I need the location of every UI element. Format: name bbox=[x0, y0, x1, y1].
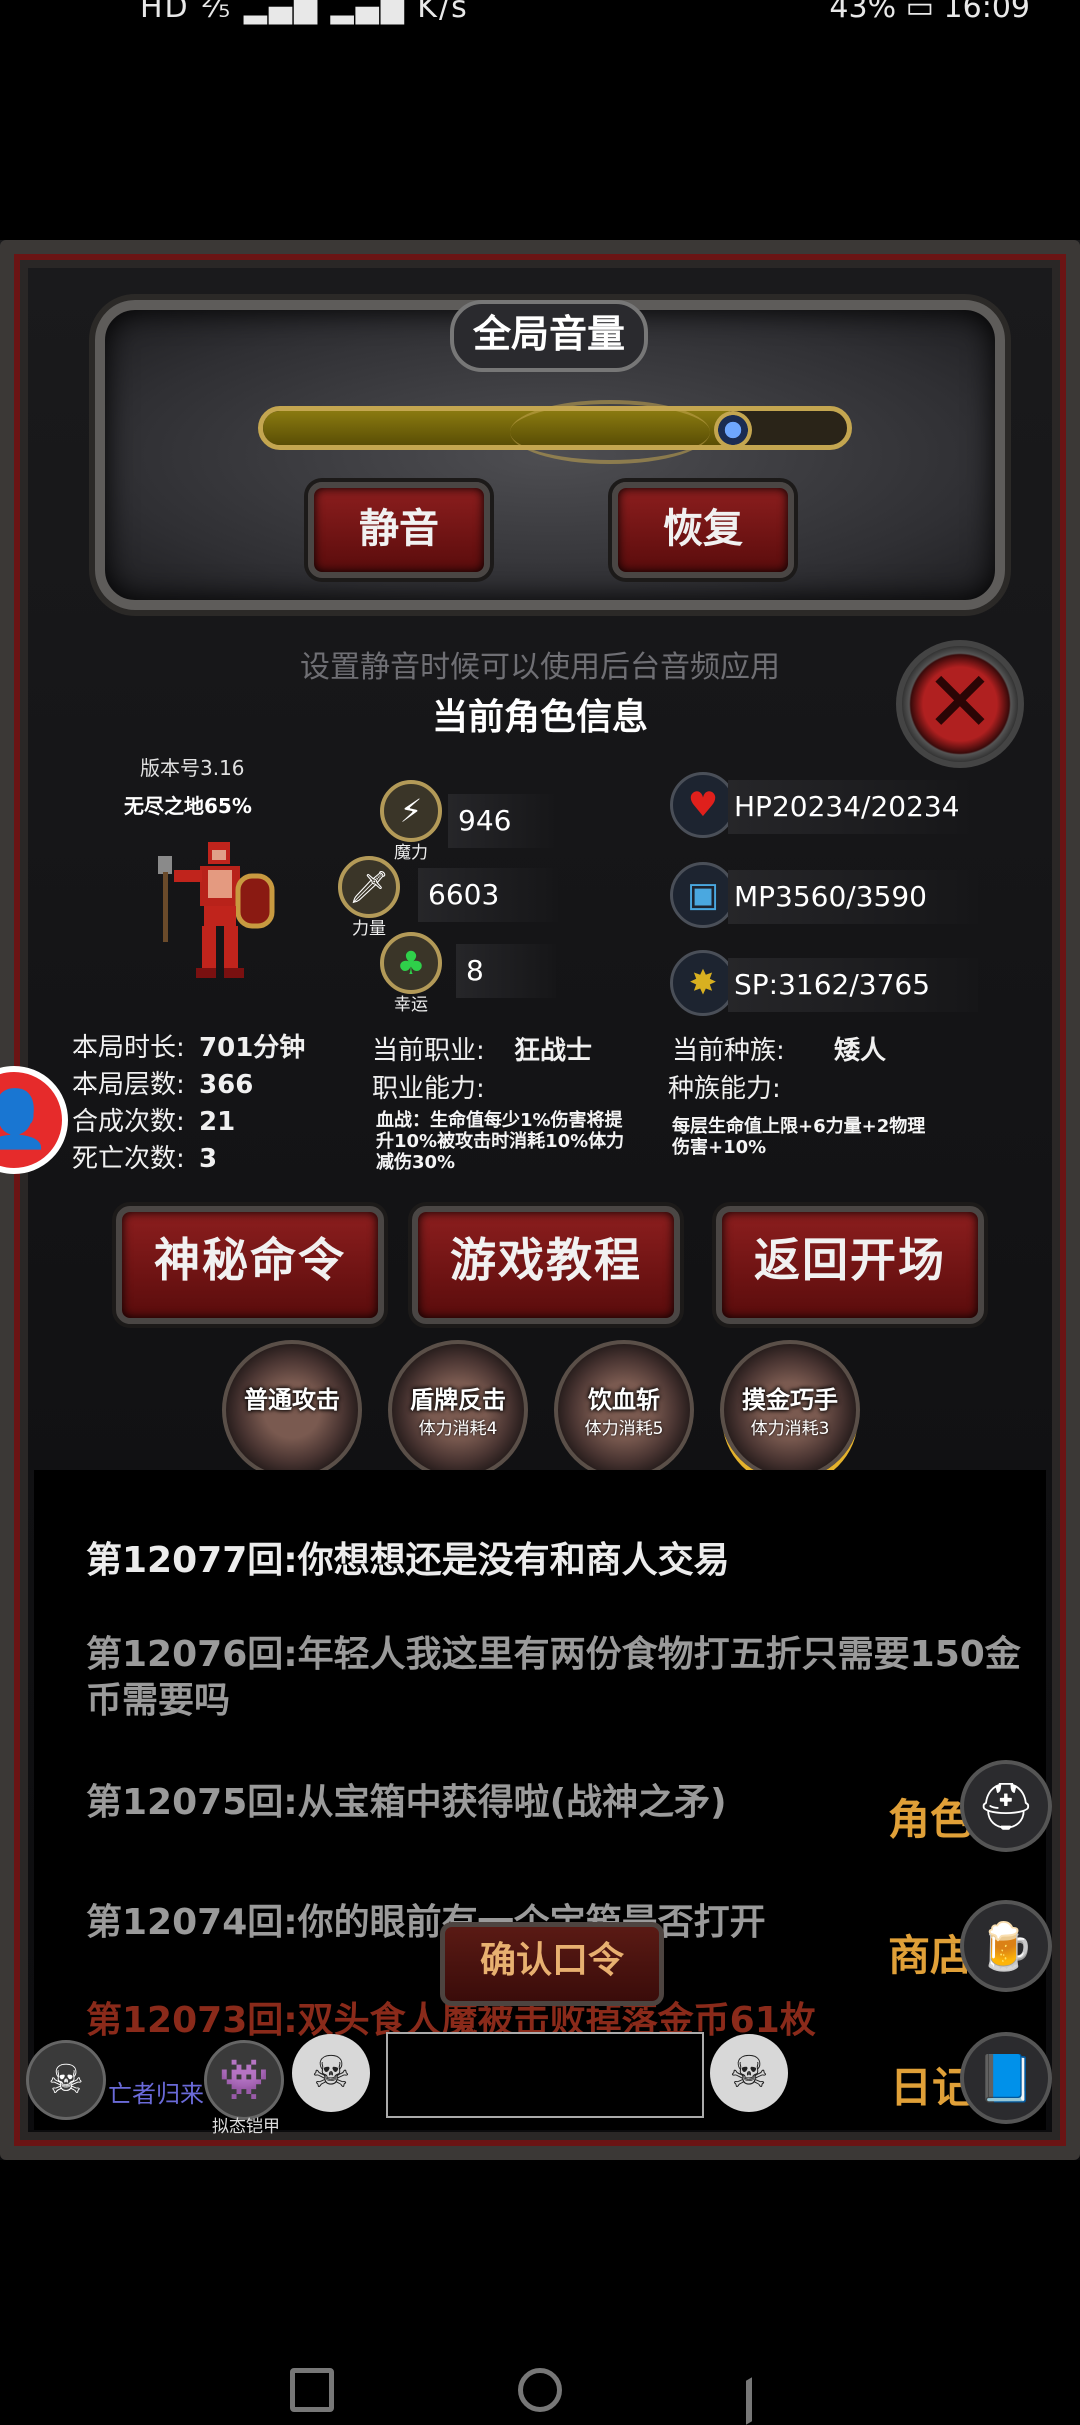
mp-value: MP3560/3590 bbox=[728, 870, 978, 924]
restore-button[interactable]: 恢复 bbox=[612, 482, 794, 578]
run-info: 本局时长: 701分钟 本局层数: 366 合成次数: 21 死亡次数: 3 bbox=[72, 1030, 305, 1178]
sp-icon: ✸ bbox=[670, 950, 736, 1016]
skill-shield-counter[interactable]: 盾牌反击 体力消耗4 bbox=[388, 1340, 528, 1480]
clock: 16:09 bbox=[943, 0, 1030, 25]
skill-name: 摸金巧手 bbox=[742, 1386, 838, 1414]
skill-cost: 体力消耗5 bbox=[584, 1419, 664, 1439]
log-entry: 第12077回:你想想还是没有和商人交易 bbox=[86, 1540, 730, 1581]
hp-value: HP20234/20234 bbox=[728, 780, 978, 834]
confirm-command-button[interactable]: 确认口令 bbox=[440, 1922, 664, 2006]
run-info-label: 本局层数: bbox=[72, 1070, 185, 1100]
skill-normal-attack[interactable]: 普通攻击 bbox=[222, 1340, 362, 1480]
skill-name: 普通攻击 bbox=[244, 1386, 340, 1414]
magic-label: 魔力 bbox=[394, 843, 428, 863]
log-entry: 第12075回:从宝箱中获得啦(战神之矛) bbox=[86, 1782, 727, 1823]
strength-label: 力量 bbox=[352, 919, 386, 939]
player-avatar[interactable]: ☠ bbox=[26, 2040, 106, 2120]
run-info-label: 死亡次数: bbox=[72, 1144, 185, 1174]
strength-value: 6603 bbox=[418, 868, 558, 922]
run-info-label: 本局时长: bbox=[72, 1033, 185, 1063]
book-icon[interactable]: 📘 bbox=[960, 2032, 1052, 2124]
player-name: 亡者归来 bbox=[108, 2080, 204, 2108]
job-label: 当前职业: bbox=[372, 1036, 485, 1066]
job-value: 狂战士 bbox=[514, 1036, 593, 1066]
magic-value: 946 bbox=[448, 794, 558, 848]
volume-slider-knob[interactable] bbox=[714, 411, 753, 449]
system-nav-bar bbox=[0, 2355, 1080, 2425]
back-to-start-button[interactable]: 返回开场 bbox=[716, 1206, 984, 1324]
skill-cost: 体力消耗4 bbox=[418, 1419, 498, 1439]
run-info-row: 本局时长: 701分钟 bbox=[72, 1030, 305, 1067]
game-tutorial-button[interactable]: 游戏教程 bbox=[412, 1206, 680, 1324]
run-info-row: 合成次数: 21 bbox=[72, 1104, 305, 1141]
status-bar: HD ⅖ ▂▄▆ ▂▄▆ K/s 43% ▭ 16:09 bbox=[0, 0, 1080, 36]
enemy-name: 拟态铠甲 bbox=[212, 2117, 280, 2137]
back-button[interactable] bbox=[746, 2355, 790, 2425]
luck-value: 8 bbox=[456, 944, 556, 998]
skull-icon: ☠ bbox=[710, 2034, 788, 2112]
signal-indicators: HD ⅖ ▂▄▆ ▂▄▆ K/s bbox=[140, 0, 469, 25]
run-info-label: 合成次数: bbox=[72, 1107, 185, 1137]
skill-blood-slash[interactable]: 饮血斩 体力消耗5 bbox=[554, 1340, 694, 1480]
mute-button[interactable]: 静音 bbox=[308, 482, 490, 578]
race-value: 矮人 bbox=[834, 1036, 887, 1066]
race-ability-label: 种族能力: bbox=[668, 1074, 781, 1104]
run-info-value: 21 bbox=[199, 1107, 236, 1137]
battery-icon: ▭ bbox=[905, 0, 934, 25]
log-entry: 第12076回:年轻人我这里有两份食物打五折只需要150金币需要吗 bbox=[86, 1634, 1021, 1721]
zone-progress: 无尽之地65% bbox=[124, 794, 252, 818]
strength-icon: 🗡 bbox=[338, 856, 400, 918]
home-button[interactable] bbox=[518, 2368, 562, 2412]
skull-icon: ☠ bbox=[292, 2034, 370, 2112]
recent-apps-button[interactable] bbox=[290, 2368, 334, 2412]
magic-icon: ⚡ bbox=[380, 780, 442, 842]
shop-menu-label[interactable]: 商店 bbox=[888, 1922, 972, 1983]
hero-sprite bbox=[158, 842, 275, 978]
mp-icon: ▣ bbox=[670, 862, 736, 928]
helmet-icon[interactable]: ⛑ bbox=[960, 1760, 1052, 1852]
hp-heart-icon: ♥ bbox=[670, 772, 736, 838]
skill-name: 饮血斩 bbox=[588, 1386, 660, 1414]
character-info-title: 当前角色信息 bbox=[431, 697, 648, 738]
luck-label: 幸运 bbox=[394, 995, 428, 1015]
slider-ornament bbox=[510, 400, 710, 464]
run-info-row: 本局层数: 366 bbox=[72, 1067, 305, 1104]
sp-value: SP:3162/3765 bbox=[728, 958, 978, 1012]
run-info-value: 701分钟 bbox=[199, 1033, 306, 1063]
mug-icon[interactable]: 🍺 bbox=[960, 1900, 1052, 1992]
battery-level: 43% bbox=[829, 0, 897, 25]
status-right: 43% ▭ 16:09 bbox=[829, 0, 1030, 25]
run-info-value: 3 bbox=[199, 1144, 218, 1174]
role-menu-label[interactable]: 角色 bbox=[888, 1786, 972, 1847]
skill-name: 盾牌反击 bbox=[410, 1386, 506, 1414]
message-slot[interactable] bbox=[386, 2032, 704, 2118]
run-info-row: 死亡次数: 3 bbox=[72, 1141, 305, 1178]
skill-gold-touch[interactable]: 摸金巧手 体力消耗3 bbox=[720, 1340, 860, 1480]
run-info-value: 366 bbox=[199, 1070, 254, 1100]
job-ability-desc: 血战：生命值每少1%伤害将提升10%被攻击时消耗10%体力减伤30% bbox=[376, 1110, 625, 1173]
enemy-avatar[interactable]: 👾 bbox=[204, 2040, 284, 2120]
skill-cost: 体力消耗3 bbox=[750, 1419, 830, 1439]
user-icon: 👤 bbox=[0, 1087, 50, 1152]
secret-command-button[interactable]: 神秘命令 bbox=[116, 1206, 384, 1324]
luck-icon: ♣ bbox=[380, 932, 442, 994]
race-ability-desc: 每层生命值上限+6力量+2物理伤害+10% bbox=[672, 1116, 926, 1158]
version-label: 版本号3.16 bbox=[140, 756, 245, 780]
volume-title: 全局音量 bbox=[450, 300, 648, 372]
job-ability-label: 职业能力: bbox=[372, 1074, 485, 1104]
race-label: 当前种族: bbox=[672, 1036, 785, 1066]
